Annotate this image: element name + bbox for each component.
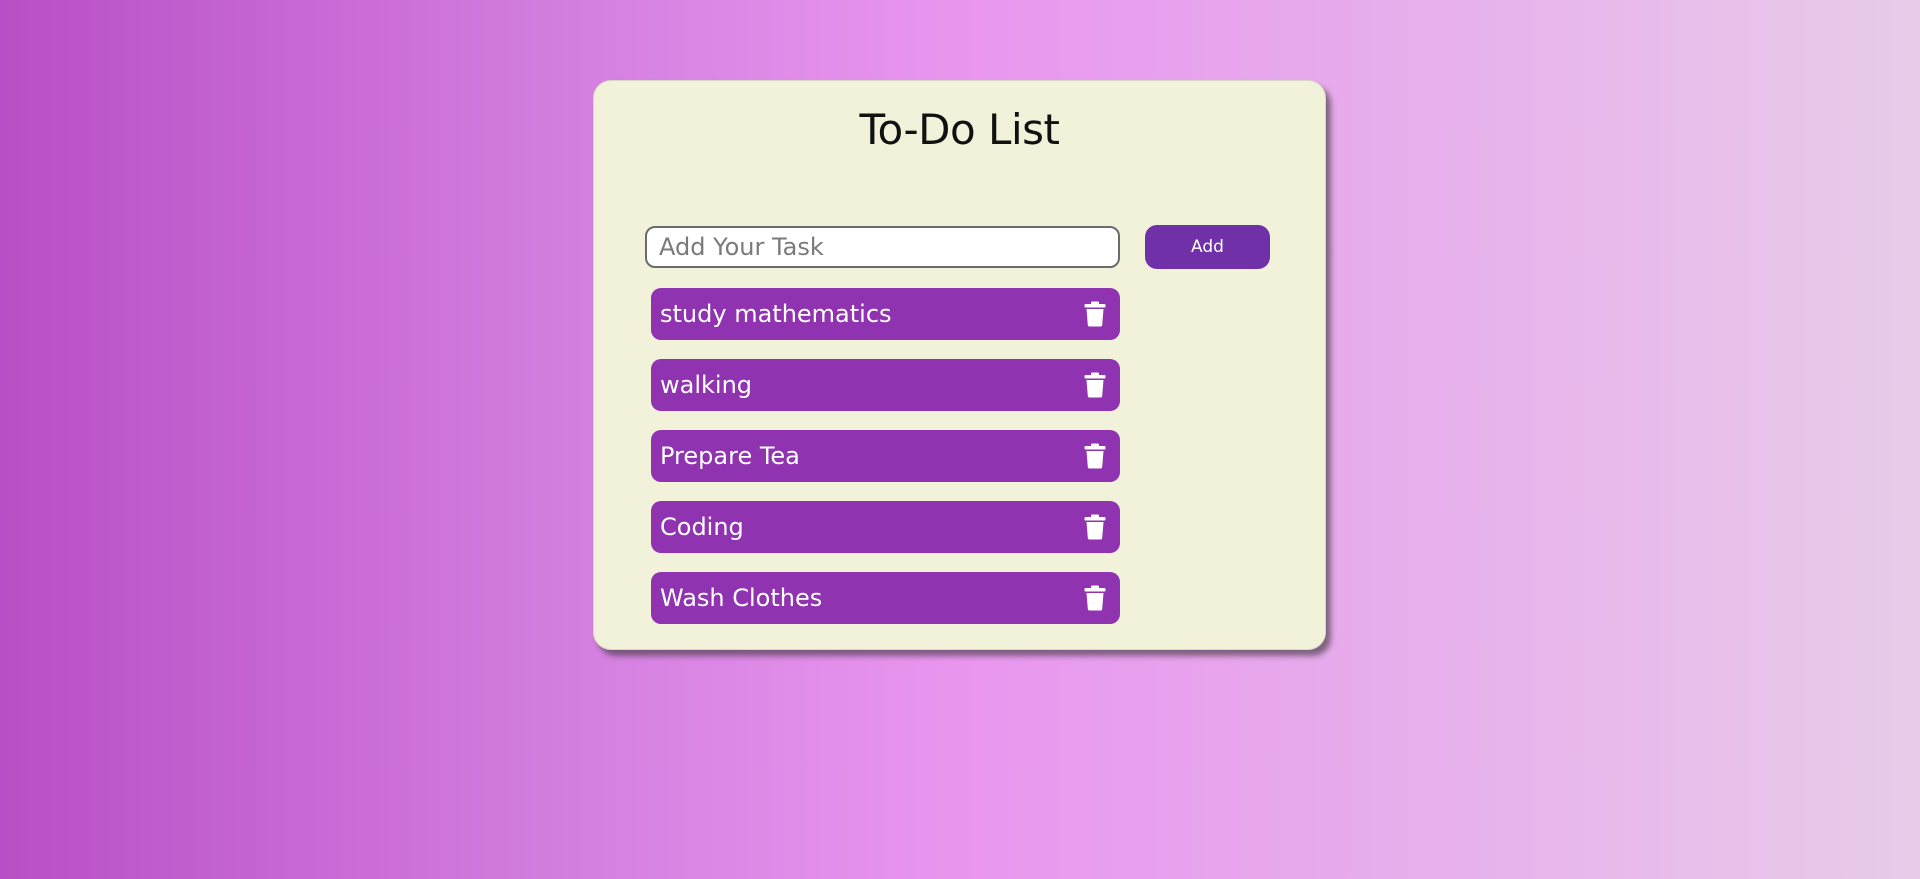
task-label: Prepare Tea: [660, 442, 800, 470]
trash-icon[interactable]: [1082, 299, 1108, 329]
task-label: Wash Clothes: [660, 584, 823, 612]
trash-icon[interactable]: [1082, 370, 1108, 400]
list-item[interactable]: walking: [651, 359, 1120, 411]
task-label: walking: [660, 371, 753, 399]
trash-icon[interactable]: [1082, 441, 1108, 471]
add-button[interactable]: Add: [1145, 225, 1270, 269]
task-input[interactable]: [645, 226, 1120, 268]
list-item[interactable]: study mathematics: [651, 288, 1120, 340]
todo-card: To-Do List Add study mathematics walking: [593, 80, 1326, 650]
trash-icon[interactable]: [1082, 512, 1108, 542]
page-title: To-Do List: [859, 105, 1060, 154]
list-item[interactable]: Prepare Tea: [651, 430, 1120, 482]
task-label: study mathematics: [660, 300, 892, 328]
list-item[interactable]: Wash Clothes: [651, 572, 1120, 624]
list-item[interactable]: Coding: [651, 501, 1120, 553]
task-list: study mathematics walking Prepare Tea Co…: [651, 288, 1120, 643]
trash-icon[interactable]: [1082, 583, 1108, 613]
task-label: Coding: [660, 513, 744, 541]
